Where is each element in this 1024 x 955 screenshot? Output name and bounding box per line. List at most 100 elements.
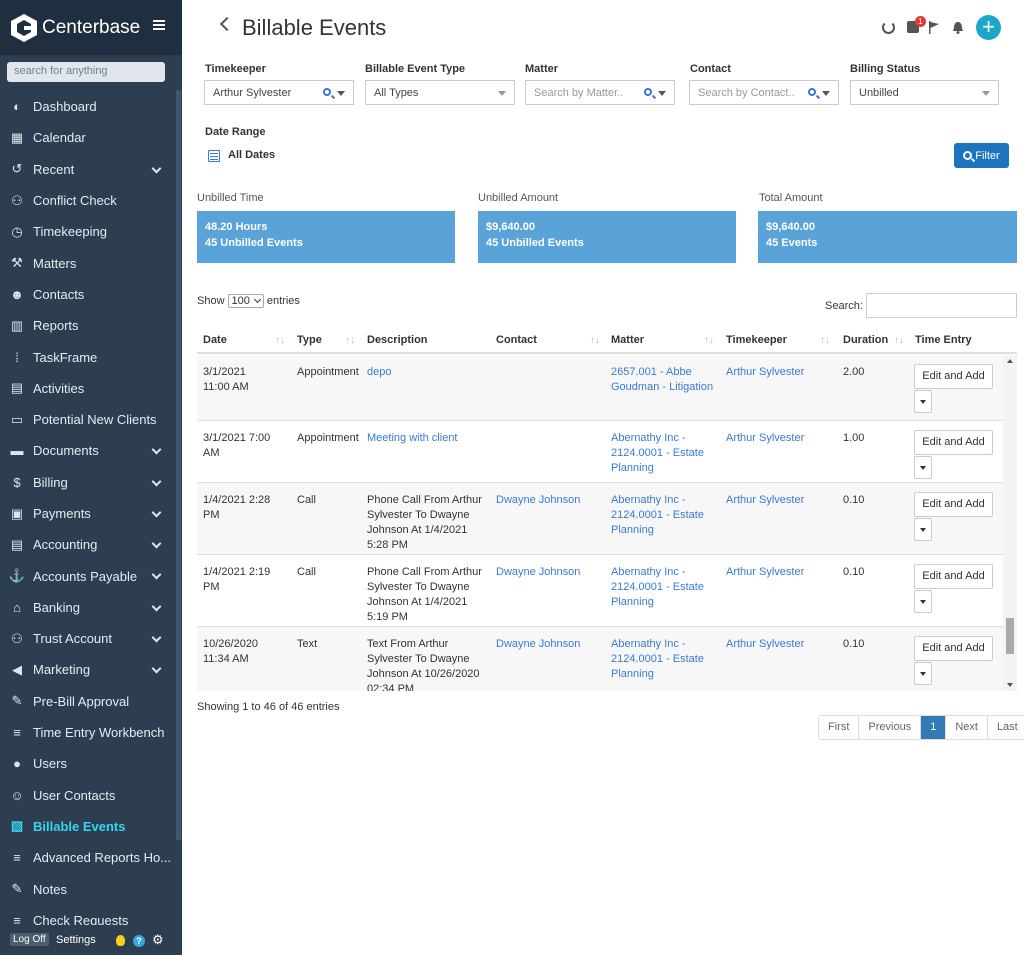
settings-link[interactable]: Settings (56, 934, 96, 946)
pagination-last[interactable]: Last (987, 716, 1024, 739)
chevron-down-icon[interactable] (151, 663, 162, 674)
cell-matter[interactable]: Abernathy Inc - 2124.0001 - Estate Plann… (611, 431, 717, 476)
cell-timekeeper[interactable]: Arthur Sylvester (726, 565, 832, 580)
sort-icon[interactable]: ↑↓ (275, 335, 285, 346)
edit-and-add-button[interactable]: Edit and Add (914, 364, 993, 389)
sort-icon[interactable]: ↑↓ (704, 335, 714, 346)
sidebar-item-billing[interactable]: $ Billing (0, 467, 182, 498)
refresh-icon[interactable] (882, 21, 895, 34)
column-header-timekeeper[interactable]: Timekeeper (726, 334, 787, 346)
chevron-down-icon[interactable] (151, 538, 162, 549)
column-header-description[interactable]: Description (367, 334, 428, 346)
sidebar-item-banking[interactable]: ⌂ Banking (0, 592, 182, 623)
table-scrollbar[interactable] (1003, 355, 1017, 691)
dropdown-toggle-button[interactable] (914, 518, 932, 541)
contact-search-input[interactable]: Search by Contact.. (689, 80, 839, 105)
chevron-down-icon[interactable] (151, 476, 162, 487)
back-chevron-icon[interactable] (219, 16, 235, 32)
sidebar-item-documents[interactable]: ▬ Documents (0, 435, 182, 466)
sort-icon[interactable]: ↑↓ (820, 335, 830, 346)
sidebar-item-conflict-check[interactable]: ⚇ Conflict Check (0, 185, 182, 216)
cell-contact[interactable]: Dwayne Johnson (496, 637, 596, 652)
scroll-down-icon[interactable] (1007, 683, 1013, 687)
edit-and-add-button[interactable]: Edit and Add (914, 492, 993, 517)
lightbulb-icon[interactable] (116, 935, 125, 946)
timekeeper-select[interactable]: Arthur Sylvester (204, 80, 354, 105)
cell-timekeeper[interactable]: Arthur Sylvester (726, 637, 832, 652)
column-header-type[interactable]: Type (297, 334, 322, 346)
edit-and-add-button[interactable]: Edit and Add (914, 430, 993, 455)
chevron-down-icon[interactable] (151, 601, 162, 612)
filter-button[interactable]: Filter (954, 143, 1009, 168)
sidebar-item-contacts[interactable]: ☻ Contacts (0, 279, 182, 310)
cell-matter[interactable]: Abernathy Inc - 2124.0001 - Estate Plann… (611, 565, 717, 610)
sidebar-item-taskframe[interactable]: ⁞ TaskFrame (0, 341, 182, 372)
sidebar-item-advanced-reports-ho[interactable]: ≡ Advanced Reports Ho... (0, 842, 182, 873)
sidebar-item-calendar[interactable]: ▦ Calendar (0, 122, 182, 153)
sidebar-item-pre-bill-approval[interactable]: ✎ Pre-Bill Approval (0, 686, 182, 717)
chevron-down-icon[interactable] (151, 570, 162, 580)
pagination-first[interactable]: First (819, 716, 860, 739)
pagination-next[interactable]: Next (946, 716, 988, 739)
sidebar-item-accounting[interactable]: ▤ Accounting (0, 529, 182, 560)
cell-timekeeper[interactable]: Arthur Sylvester (726, 431, 832, 446)
scroll-up-icon[interactable] (1007, 359, 1013, 363)
sidebar-item-notes[interactable]: ✎ Notes (0, 873, 182, 904)
sidebar-item-reports[interactable]: ▥ Reports (0, 310, 182, 341)
sidebar-item-trust-account[interactable]: ⚇ Trust Account (0, 623, 182, 654)
cell-contact[interactable]: Dwayne Johnson (496, 565, 596, 580)
cell-matter[interactable]: 2657.001 - Abbe Goudman - Litigation (611, 365, 717, 395)
sidebar-item-matters[interactable]: ⚒ Matters (0, 247, 182, 278)
sort-icon[interactable]: ↑↓ (894, 335, 904, 346)
brand-logo[interactable]: Centerbase (10, 13, 140, 43)
sidebar-item-potential-new-clients[interactable]: ▭ Potential New Clients (0, 404, 182, 435)
dropdown-toggle-button[interactable] (914, 390, 932, 413)
chevron-down-icon[interactable] (151, 444, 162, 455)
edit-and-add-button[interactable]: Edit and Add (914, 636, 993, 661)
chevron-down-icon[interactable] (151, 507, 162, 518)
sidebar-item-accounts-payable[interactable]: ⚓ Accounts Payable (0, 560, 182, 591)
sort-icon[interactable]: ↑↓ (590, 335, 600, 346)
sidebar-item-timekeeping[interactable]: ◷ Timekeeping (0, 216, 182, 247)
gear-icon[interactable]: ⚙ (152, 933, 164, 946)
dropdown-toggle-button[interactable] (914, 456, 932, 479)
billing-status-select[interactable]: Unbilled (850, 80, 999, 105)
table-search-input[interactable] (866, 293, 1017, 318)
scroll-thumb[interactable] (1006, 618, 1014, 654)
chevron-down-icon[interactable] (151, 632, 162, 643)
logoff-button[interactable]: Log Off (10, 933, 49, 946)
cell-description[interactable]: Meeting with client (367, 431, 485, 446)
sidebar-item-dashboard[interactable]: ◐ Dashboard (0, 91, 182, 122)
sidebar-item-billable-events[interactable]: ▧ Billable Events (0, 811, 182, 842)
cell-description[interactable]: depo (367, 365, 485, 380)
date-range-value[interactable]: All Dates (228, 149, 275, 161)
menu-toggle-icon[interactable] (153, 20, 165, 30)
column-header-duration[interactable]: Duration (843, 334, 888, 346)
entries-select[interactable]: 100 (227, 294, 264, 308)
sidebar-item-marketing[interactable]: ◀ Marketing (0, 654, 182, 685)
global-search-input[interactable]: search for anything (7, 62, 165, 82)
column-header-matter[interactable]: Matter (611, 334, 644, 346)
calendar-icon[interactable] (208, 150, 220, 162)
pagination-page-1[interactable]: 1 (921, 716, 947, 739)
event-type-select[interactable]: All Types (365, 80, 515, 105)
sidebar-item-user-contacts[interactable]: ☺ User Contacts (0, 780, 182, 811)
cell-matter[interactable]: Abernathy Inc - 2124.0001 - Estate Plann… (611, 493, 717, 538)
sidebar-item-payments[interactable]: ▣ Payments (0, 498, 182, 529)
sidebar-item-time-entry-workbench[interactable]: ≡ Time Entry Workbench (0, 717, 182, 748)
sort-icon[interactable]: ↑↓ (345, 335, 355, 346)
matter-search-input[interactable]: Search by Matter.. (525, 80, 675, 105)
pagination-previous[interactable]: Previous (859, 716, 922, 739)
column-header-date[interactable]: Date (203, 334, 227, 346)
column-header-contact[interactable]: Contact (496, 334, 537, 346)
add-button[interactable]: + (976, 15, 1001, 40)
dropdown-toggle-button[interactable] (914, 662, 932, 685)
sidebar-item-activities[interactable]: ▤ Activities (0, 373, 182, 404)
sidebar-item-users[interactable]: ● Users (0, 748, 182, 779)
dropdown-toggle-button[interactable] (914, 590, 932, 613)
chevron-down-icon[interactable] (151, 163, 162, 174)
cell-contact[interactable]: Dwayne Johnson (496, 493, 596, 508)
flag-icon[interactable] (928, 21, 940, 34)
cell-timekeeper[interactable]: Arthur Sylvester (726, 493, 832, 508)
edit-and-add-button[interactable]: Edit and Add (914, 564, 993, 589)
